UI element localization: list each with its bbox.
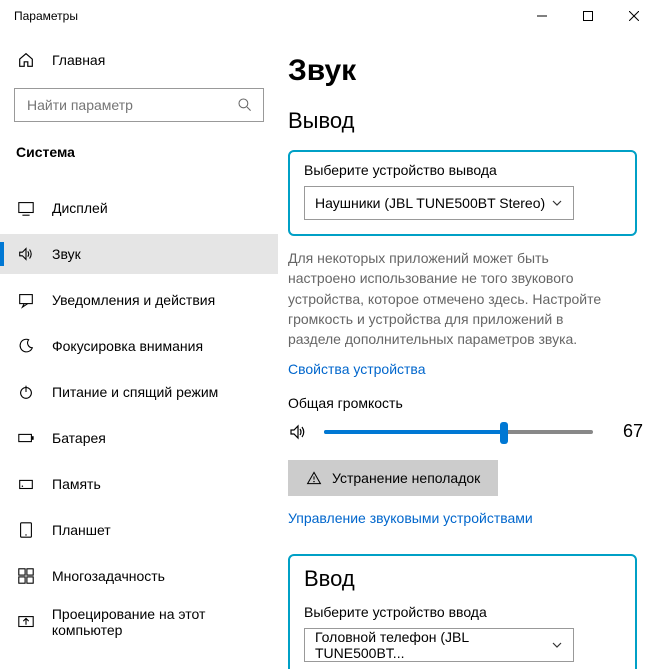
output-device-selected: Наушники (JBL TUNE500BT Stereo)	[315, 195, 545, 211]
input-device-dropdown[interactable]: Головной телефон (JBL TUNE500BT...	[304, 628, 574, 662]
storage-icon	[16, 475, 36, 493]
input-device-selected: Головной телефон (JBL TUNE500BT...	[315, 629, 551, 661]
sound-icon	[16, 245, 36, 263]
sidebar-item-storage[interactable]: Память	[0, 464, 278, 504]
sidebar-item-label: Планшет	[52, 522, 111, 538]
sidebar-item-notifications[interactable]: Уведомления и действия	[0, 280, 278, 320]
sidebar-home-label: Главная	[52, 52, 105, 68]
multitask-icon	[16, 567, 36, 585]
close-button[interactable]	[611, 0, 657, 32]
window-titlebar: Параметры	[0, 0, 657, 32]
sidebar-item-label: Батарея	[52, 430, 106, 446]
sidebar-item-label: Питание и спящий режим	[52, 384, 218, 400]
content-pane: Звук Вывод Выберите устройство вывода На…	[278, 32, 657, 669]
output-device-dropdown[interactable]: Наушники (JBL TUNE500BT Stereo)	[304, 186, 574, 220]
sidebar-item-sound[interactable]: Звук	[0, 234, 278, 274]
volume-icon[interactable]	[288, 422, 310, 442]
output-device-label: Выберите устройство вывода	[304, 162, 621, 178]
sidebar-item-label: Память	[52, 476, 101, 492]
search-field[interactable]	[25, 96, 229, 114]
chevron-down-icon	[551, 639, 563, 651]
moon-icon	[16, 337, 36, 355]
master-volume-row: 67	[288, 421, 637, 442]
notification-icon	[16, 291, 36, 309]
device-properties-link[interactable]: Свойства устройства	[288, 361, 426, 377]
warning-icon	[306, 470, 322, 486]
output-hint-text: Для некоторых приложений может быть наст…	[288, 248, 618, 349]
battery-icon	[16, 429, 36, 447]
minimize-button[interactable]	[519, 0, 565, 32]
sidebar: Главная Система Дисплей Звук	[0, 32, 278, 669]
tablet-icon	[16, 521, 36, 539]
sidebar-item-label: Проецирование на этот компьютер	[52, 606, 278, 638]
sidebar-item-label: Дисплей	[52, 200, 108, 216]
section-input-title: Ввод	[304, 566, 621, 592]
display-icon	[16, 199, 36, 217]
volume-slider[interactable]	[324, 430, 593, 434]
chevron-down-icon	[551, 197, 563, 209]
home-icon	[16, 51, 36, 69]
power-icon	[16, 383, 36, 401]
manage-devices-link[interactable]: Управление звуковыми устройствами	[288, 510, 533, 526]
sidebar-item-label: Звук	[52, 246, 81, 262]
page-title: Звук	[288, 54, 637, 88]
sidebar-item-battery[interactable]: Батарея	[0, 418, 278, 458]
output-device-highlight: Выберите устройство вывода Наушники (JBL…	[288, 150, 637, 236]
sidebar-item-multitask[interactable]: Многозадачность	[0, 556, 278, 596]
sidebar-item-power[interactable]: Питание и спящий режим	[0, 372, 278, 412]
input-device-highlight: Ввод Выберите устройство ввода Головной …	[288, 554, 637, 669]
project-icon	[16, 613, 36, 631]
sidebar-item-display[interactable]: Дисплей	[0, 188, 278, 228]
troubleshoot-label: Устранение неполадок	[332, 470, 480, 486]
sidebar-group-header: Система	[0, 136, 278, 166]
sidebar-item-tablet[interactable]: Планшет	[0, 510, 278, 550]
input-device-label: Выберите устройство ввода	[304, 604, 621, 620]
sidebar-item-project[interactable]: Проецирование на этот компьютер	[0, 602, 278, 642]
window-title: Параметры	[14, 9, 78, 23]
volume-value: 67	[613, 421, 643, 442]
section-output-title: Вывод	[288, 108, 637, 134]
search-input[interactable]	[14, 88, 264, 122]
sidebar-item-focus[interactable]: Фокусировка внимания	[0, 326, 278, 366]
volume-thumb[interactable]	[500, 422, 508, 444]
sidebar-home[interactable]: Главная	[0, 40, 278, 80]
troubleshoot-button[interactable]: Устранение неполадок	[288, 460, 498, 496]
sidebar-item-label: Уведомления и действия	[52, 292, 215, 308]
sidebar-item-label: Многозадачность	[52, 568, 165, 584]
maximize-button[interactable]	[565, 0, 611, 32]
sidebar-item-label: Фокусировка внимания	[52, 338, 203, 354]
master-volume-label: Общая громкость	[288, 395, 637, 411]
search-icon	[237, 97, 253, 113]
